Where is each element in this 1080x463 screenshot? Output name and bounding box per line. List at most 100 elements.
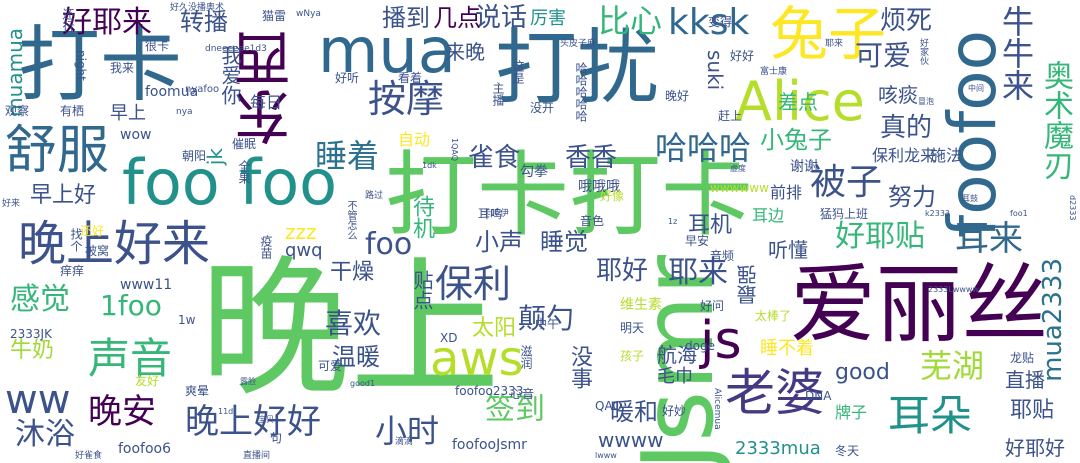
- word-zui-qiang: 最强: [736, 265, 760, 305]
- word-ke-ai: 可爱: [855, 39, 912, 72]
- word-xu-du: 虚度: [730, 164, 746, 173]
- word-dai-ji: 待机: [409, 195, 434, 239]
- word-hao-ye-hao: 好耶好: [1005, 436, 1065, 460]
- word-wei-sheng-su: 维生素: [620, 297, 662, 313]
- word-an-mo: 按摩: [368, 77, 445, 121]
- word-er-duo: 耳朵: [888, 391, 973, 440]
- word-hao-ting: 好听: [335, 71, 360, 85]
- word-ke-tan: 咳痰: [878, 83, 918, 107]
- word-shui-zhao: 睡着: [315, 137, 380, 175]
- word-mei-shi: 没事: [567, 345, 592, 389]
- word-xie-xie: 谢谢: [790, 159, 818, 175]
- word-mu-yu: 沐浴: [15, 417, 75, 452]
- word-jk: jk: [203, 148, 227, 166]
- word-2333mua: 2333mua: [735, 438, 821, 459]
- word-qian-pai: 前排: [770, 183, 803, 202]
- word-xi-huan: 喜欢: [325, 307, 382, 340]
- word-wo-lai: 我来: [110, 61, 135, 75]
- word-2333jk: 2333JK: [10, 327, 52, 341]
- word-kan-zhe: 看着: [398, 71, 423, 85]
- word-dneeeeee1d3: dneeeeee1d3: [205, 44, 267, 54]
- word-alicemua: Alicemua: [712, 388, 722, 430]
- word-11d: 11d: [218, 407, 234, 416]
- word-nu-li: 努力: [888, 183, 936, 211]
- word-ye-hao: 耶好: [596, 256, 649, 286]
- word-1w: 1w: [178, 313, 196, 327]
- word-wan-shang-hao-hao: 晚上好好: [185, 402, 321, 442]
- word-shui-jiao: 睡觉: [540, 228, 588, 256]
- word-quan-guo: 全果: [237, 160, 251, 184]
- word-k2333: k2333: [925, 209, 950, 218]
- word-bao-bei: 宝贝: [258, 415, 274, 424]
- word-sheng-yin: 声音: [88, 334, 173, 383]
- word-bao-li-long-lai: 保利龙来: [872, 146, 937, 165]
- word-wow: wow: [120, 127, 152, 143]
- word-dna: DNA: [805, 389, 832, 403]
- word-shuang-yun: 爽晕: [185, 384, 210, 398]
- word-hao-lai: 好来: [2, 199, 21, 209]
- word-doge: doge: [685, 339, 715, 353]
- word-bei-zi: 被子: [810, 162, 883, 203]
- word-dong-tian: 冬天: [835, 444, 860, 458]
- word-1z: 1z: [668, 217, 678, 226]
- word-guan-cha: 观察: [5, 104, 30, 118]
- word-wan-shang-hao-lai: 晚上好来: [18, 216, 211, 272]
- word-gou-quan: 勾拳: [520, 164, 548, 180]
- word-ming-tian: 明天: [620, 321, 645, 335]
- word-zhao-yang: 朝阳: [182, 149, 207, 163]
- word-shui-bu-zhao: 睡不着: [760, 338, 814, 359]
- word-zhe-shi: 这是: [511, 60, 525, 84]
- word-er-gu: 耳鼓: [962, 194, 978, 203]
- word-bian-de: 变得: [708, 15, 733, 29]
- word-good: good: [835, 360, 890, 385]
- word-foofoojsmr: foofooJsmr: [452, 437, 527, 453]
- word-zhu-bo: 主播: [491, 82, 505, 106]
- word-er-lai: 耳来: [955, 219, 1023, 259]
- word-zzz: zzz: [285, 220, 317, 244]
- word-ye-tie: 耶贴: [1010, 398, 1055, 423]
- word-yin-pin: 音频: [710, 249, 735, 263]
- word-ke-ai-small: 可爱: [318, 359, 343, 373]
- word-hen-ka: 很卡: [145, 39, 170, 53]
- word-shi-fa: 施法: [930, 146, 963, 165]
- word-cloud: 晚上 打卡打卡 打扰 打卡 Jsmr 爱丽丝 foo foo foofoo 东西…: [0, 0, 1080, 463]
- word-long-tie: 龙贴: [1010, 351, 1035, 365]
- word-cha-dian: 差点: [778, 90, 818, 114]
- word-ha-ha-ha-ha-ha: 哈哈哈哈哈: [574, 62, 588, 122]
- word-hai-xing: 还行: [61, 8, 75, 32]
- word-2333lwwww: 2333Lwwww: [928, 285, 979, 294]
- word-foo-foo: foo foo: [122, 146, 338, 219]
- word-zao-shang: 早上: [110, 103, 146, 124]
- word-foo: foo: [365, 227, 413, 262]
- word-foofoo6: foofoo6: [118, 441, 172, 457]
- word-ww: ww: [5, 377, 71, 423]
- word-wnya: wNya: [296, 9, 321, 19]
- word-niu-nai: 牛奶: [10, 338, 55, 363]
- word-wu-hu: 芜湖: [920, 347, 985, 385]
- word-lu-guo: 路过: [365, 191, 384, 201]
- word-ju: 句: [270, 431, 283, 445]
- word-www11: www11: [120, 277, 173, 293]
- word-ting-dong: 听懂: [768, 238, 808, 262]
- word-foo1: foo1: [1010, 209, 1028, 218]
- word-zhi-bo: 直播: [1005, 368, 1045, 392]
- word-bu-guan-zen-me: 不管怎么: [345, 200, 356, 240]
- word-li-hai: 厉害: [530, 8, 566, 29]
- word-yin-se: 音色: [580, 214, 605, 228]
- word-bao-li: 保利: [435, 262, 512, 306]
- word-ka-wa-yi: 卡哇伊: [482, 209, 510, 219]
- word-xiao-tu-zi: 小兔子: [760, 126, 832, 154]
- word-nyafoo: nyafoo: [185, 84, 220, 95]
- word-ji-dian: 几点: [433, 4, 481, 32]
- word-ye-lai-small: 耶来: [825, 39, 844, 49]
- word-lwww: lwww: [595, 451, 617, 460]
- word-xiang-xiang: 香香: [565, 143, 618, 173]
- word-yang-yang: 痒痒: [60, 264, 85, 278]
- word-ao-shu-mo-ren: 奥术魔刃: [1038, 60, 1073, 180]
- word-fan-si: 烦死: [880, 6, 933, 36]
- word-xin-yin: 心音: [510, 387, 535, 401]
- word-pai-zi: 牌子: [835, 403, 868, 422]
- word-fu-shi-kang: 富士康: [760, 67, 788, 77]
- word-tai-yang: 太阳: [472, 316, 517, 341]
- word-di-di: 滴滴: [395, 437, 414, 447]
